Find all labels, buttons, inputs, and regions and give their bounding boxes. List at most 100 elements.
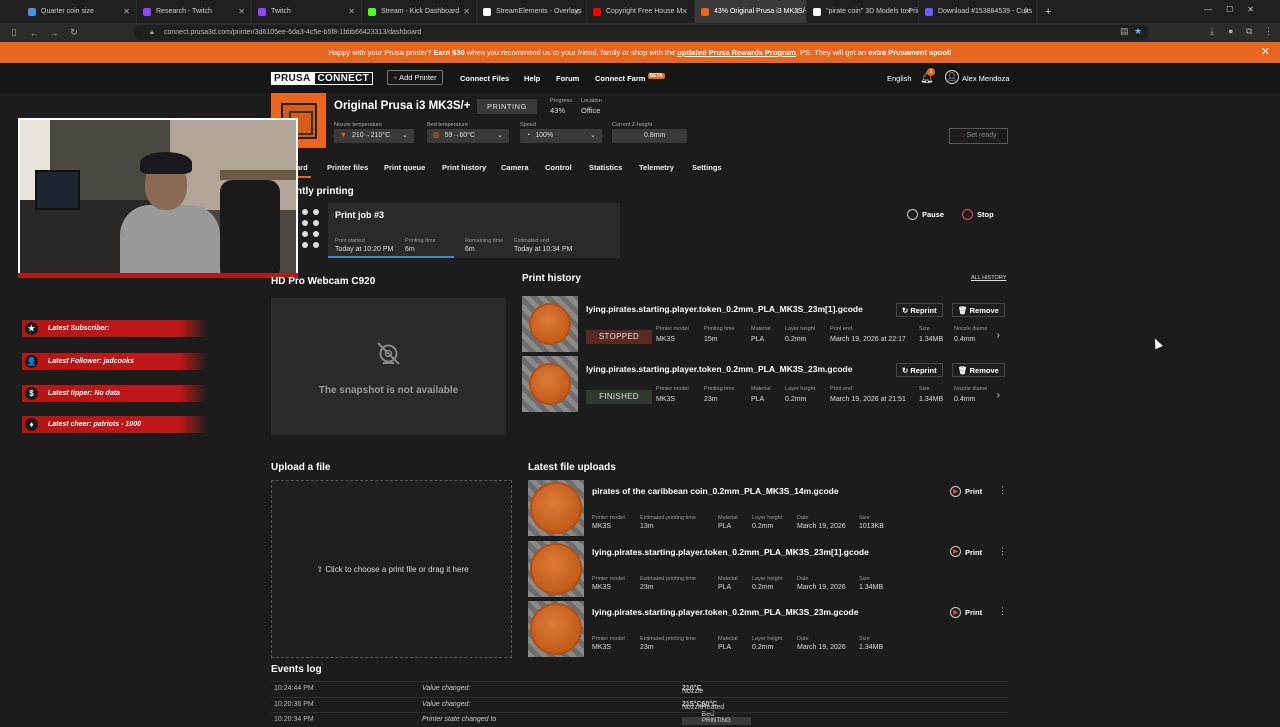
browser-address-bar: ▯ ← → ↻ 🔒︎ connect.prusa3d.com/printer/3… <box>0 23 1280 42</box>
tab-print-queue[interactable]: Print queue <box>384 163 425 172</box>
extensions-icon[interactable]: ⧉ <box>1246 26 1252 37</box>
tab-control[interactable]: Control <box>545 163 572 172</box>
set-ready-label: Set ready <box>966 132 997 139</box>
browser-tab[interactable]: Quarter coin size ✕ <box>22 0 137 23</box>
more-options-icon[interactable]: ⋮ <box>998 606 1007 617</box>
bookmark-star-icon[interactable]: ★ <box>1134 26 1142 37</box>
tab-close-icon[interactable]: ✕ <box>238 7 245 16</box>
print-history-row[interactable]: lying.pirates.starting.player.token_0.2m… <box>522 296 1008 352</box>
browser-tab[interactable]: 43% Original Prusa i3 MK3S/+ ✕ <box>695 0 807 23</box>
reprint-button[interactable]: ↻ Reprint <box>896 303 943 317</box>
user-avatar-icon[interactable]: 👤︎ <box>945 70 959 84</box>
nozzle-temp-dropdown[interactable]: ▼ 210→210°C ⌄ <box>334 129 414 143</box>
tab-close-icon[interactable]: ✕ <box>681 7 688 16</box>
remove-button[interactable]: 🗑︎ Remove <box>952 363 1005 377</box>
lock-icon[interactable]: 🔒︎ <box>150 25 154 40</box>
add-printer-button[interactable]: + Add Printer <box>387 70 443 85</box>
chevron-right-icon[interactable]: › <box>997 330 1000 341</box>
browser-tab[interactable]: StreamElements - Overlays ✕ <box>477 0 587 23</box>
upload-dropzone[interactable]: ⇧ Click to choose a print file or drag i… <box>271 480 512 658</box>
window-controls[interactable]: —☐✕ <box>1204 5 1268 14</box>
language-selector[interactable]: English <box>887 74 912 83</box>
column-label-size: Size <box>859 575 870 582</box>
tab-close-icon[interactable]: ✕ <box>348 7 355 16</box>
remove-label: Remove <box>969 306 999 315</box>
tab-settings[interactable]: Settings <box>692 163 722 172</box>
z-height-value: 0.8mm <box>644 132 666 139</box>
stop-button[interactable]: Stop <box>962 207 994 222</box>
pause-button[interactable]: Pause <box>907 207 944 222</box>
nav-connect-files[interactable]: Connect Files <box>460 74 509 83</box>
promo-close-icon[interactable]: ✕ <box>1261 42 1270 63</box>
nav-forum[interactable]: Forum <box>556 74 579 83</box>
all-history-link[interactable]: ALL HISTORY <box>971 275 1006 281</box>
nav-connect-farm[interactable]: Connect Farm BETA <box>595 73 665 83</box>
current-job-card: Print job #3 Print started Today at 10:2… <box>328 203 620 258</box>
column-label-size: Size <box>859 515 870 521</box>
tab-print-history[interactable]: Print history <box>442 163 486 172</box>
promo-link[interactable]: updated Prusa Rewards Program <box>677 48 795 57</box>
browser-tab[interactable]: Stream - Kick Dashboard ✕ <box>362 0 477 23</box>
browser-tab[interactable]: Download #153884539 - Cults ✕ <box>919 0 1037 23</box>
more-options-icon[interactable]: ⋮ <box>998 485 1007 496</box>
tab-title: Quarter coin size <box>41 8 94 15</box>
play-icon: ▶ <box>950 546 961 558</box>
webcam-person-body <box>120 205 220 274</box>
url-field[interactable]: 🔒︎ connect.prusa3d.com/printer/3d6105ee-… <box>134 25 1149 40</box>
tab-telemetry[interactable]: Telemetry <box>639 163 674 172</box>
sidebar-toggle-icon[interactable]: ▯ <box>8 27 20 38</box>
menu-icon[interactable]: ⋮ <box>1264 26 1273 37</box>
nav-help[interactable]: Help <box>524 74 540 83</box>
back-icon[interactable]: ← <box>28 28 40 38</box>
browser-tab[interactable]: "pirate coin" 3D Models to Print ✕ <box>807 0 919 23</box>
promo-bold-1: Earn $30 <box>433 48 465 57</box>
latest-uploads-title: Latest file uploads <box>528 462 616 473</box>
remove-button[interactable]: 🗑︎ Remove <box>952 303 1005 317</box>
new-tab-button[interactable]: + <box>1045 6 1051 18</box>
print-button[interactable]: ▶ Print <box>950 485 982 499</box>
print-history-row[interactable]: lying.pirates.starting.player.token_0.2m… <box>522 356 1008 412</box>
column-label-material: Material <box>718 575 738 582</box>
reprint-button[interactable]: ↻ Reprint <box>896 363 943 377</box>
latest-upload-row[interactable]: lying.pirates.starting.player.token_0.2m… <box>528 601 1008 657</box>
coin-model-preview <box>530 482 582 534</box>
prusa-connect-logo[interactable]: PRUSA CONNECT <box>271 72 374 85</box>
download-icon[interactable]: ⤓ <box>1210 26 1214 37</box>
bed-temp-dropdown[interactable]: ▥ 59→60°C ⌄ <box>427 129 509 143</box>
tab-favicon-icon <box>483 7 491 16</box>
print-button[interactable]: ▶ Print <box>950 606 982 620</box>
latest-upload-row[interactable]: lying.pirates.starting.player.token_0.2m… <box>528 540 1008 597</box>
event-detail: Nozzle 215°C Heated Bed 60°C <box>682 701 724 718</box>
more-options-icon[interactable]: ⋮ <box>998 546 1007 557</box>
account-icon[interactable]: ● <box>1228 26 1233 36</box>
forward-icon[interactable]: → <box>48 28 60 38</box>
chevron-right-icon[interactable]: › <box>997 390 1000 401</box>
tab-close-icon[interactable]: ✕ <box>905 7 912 16</box>
camera-title: HD Pro Webcam C920 <box>271 276 376 287</box>
reader-icon[interactable]: ▤ <box>1120 26 1129 37</box>
tab-close-icon[interactable]: ✕ <box>573 7 580 16</box>
tab-title: Twitch <box>271 8 291 15</box>
set-ready-button[interactable]: ◌ Set ready <box>949 128 1008 144</box>
webcam-person-headset <box>140 152 192 174</box>
browser-tab[interactable]: Twitch ✕ <box>252 0 362 23</box>
browser-tab[interactable]: Copyright Free House M ✕ <box>587 0 695 23</box>
events-log-title: Events log <box>271 664 322 675</box>
column-label-time: Printing time <box>704 326 735 332</box>
column-label-date: Date <box>797 636 809 642</box>
tab-close-icon[interactable]: ✕ <box>123 7 130 16</box>
tab-favicon-icon <box>925 7 933 16</box>
tab-close-icon[interactable]: ✕ <box>463 7 470 16</box>
reload-icon[interactable]: ↻ <box>68 27 80 38</box>
tab-camera[interactable]: Camera <box>501 163 529 172</box>
speed-dropdown[interactable]: ◔ 100% ⌄ <box>520 129 602 143</box>
tab-close-icon[interactable]: ✕ <box>1023 7 1030 16</box>
tab-printer-files[interactable]: Printer files <box>327 163 368 172</box>
user-name[interactable]: Alex Mendoza <box>962 74 1010 83</box>
print-button[interactable]: ▶ Print <box>950 546 982 560</box>
add-printer-label: Add Printer <box>399 73 437 82</box>
browser-tab[interactable]: Research - Twitch ✕ <box>137 0 252 23</box>
tab-close-icon[interactable]: ✕ <box>793 7 800 16</box>
latest-upload-row[interactable]: pirates of the caribbean coin_0.2mm_PLA_… <box>528 480 1008 536</box>
tab-statistics[interactable]: Statistics <box>589 163 622 172</box>
